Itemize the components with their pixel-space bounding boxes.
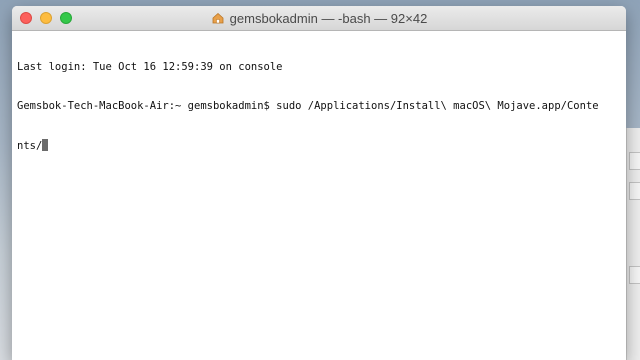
terminal-input-line[interactable]: nts/	[17, 139, 621, 152]
home-folder-icon	[212, 12, 224, 24]
window-title-group: gemsbokadmin — -bash — 92×42	[12, 6, 626, 30]
terminal-line: nts/	[17, 140, 43, 152]
window-title: gemsbokadmin — -bash — 92×42	[229, 10, 428, 26]
terminal-window: gemsbokadmin — -bash — 92×42 Last login:…	[12, 6, 626, 360]
text-cursor	[42, 139, 49, 151]
terminal-line: Gemsbok-Tech-MacBook-Air:~ gemsbokadmin$…	[17, 100, 599, 112]
background-window-control	[629, 182, 640, 200]
title-bar[interactable]: gemsbokadmin — -bash — 92×42	[12, 6, 626, 31]
terminal-line: Last login: Tue Oct 16 12:59:39 on conso…	[17, 61, 283, 73]
background-window-control	[629, 266, 640, 284]
terminal-output[interactable]: Last login: Tue Oct 16 12:59:39 on conso…	[12, 31, 626, 182]
background-window-control	[629, 152, 640, 170]
background-window-edge	[626, 128, 640, 360]
